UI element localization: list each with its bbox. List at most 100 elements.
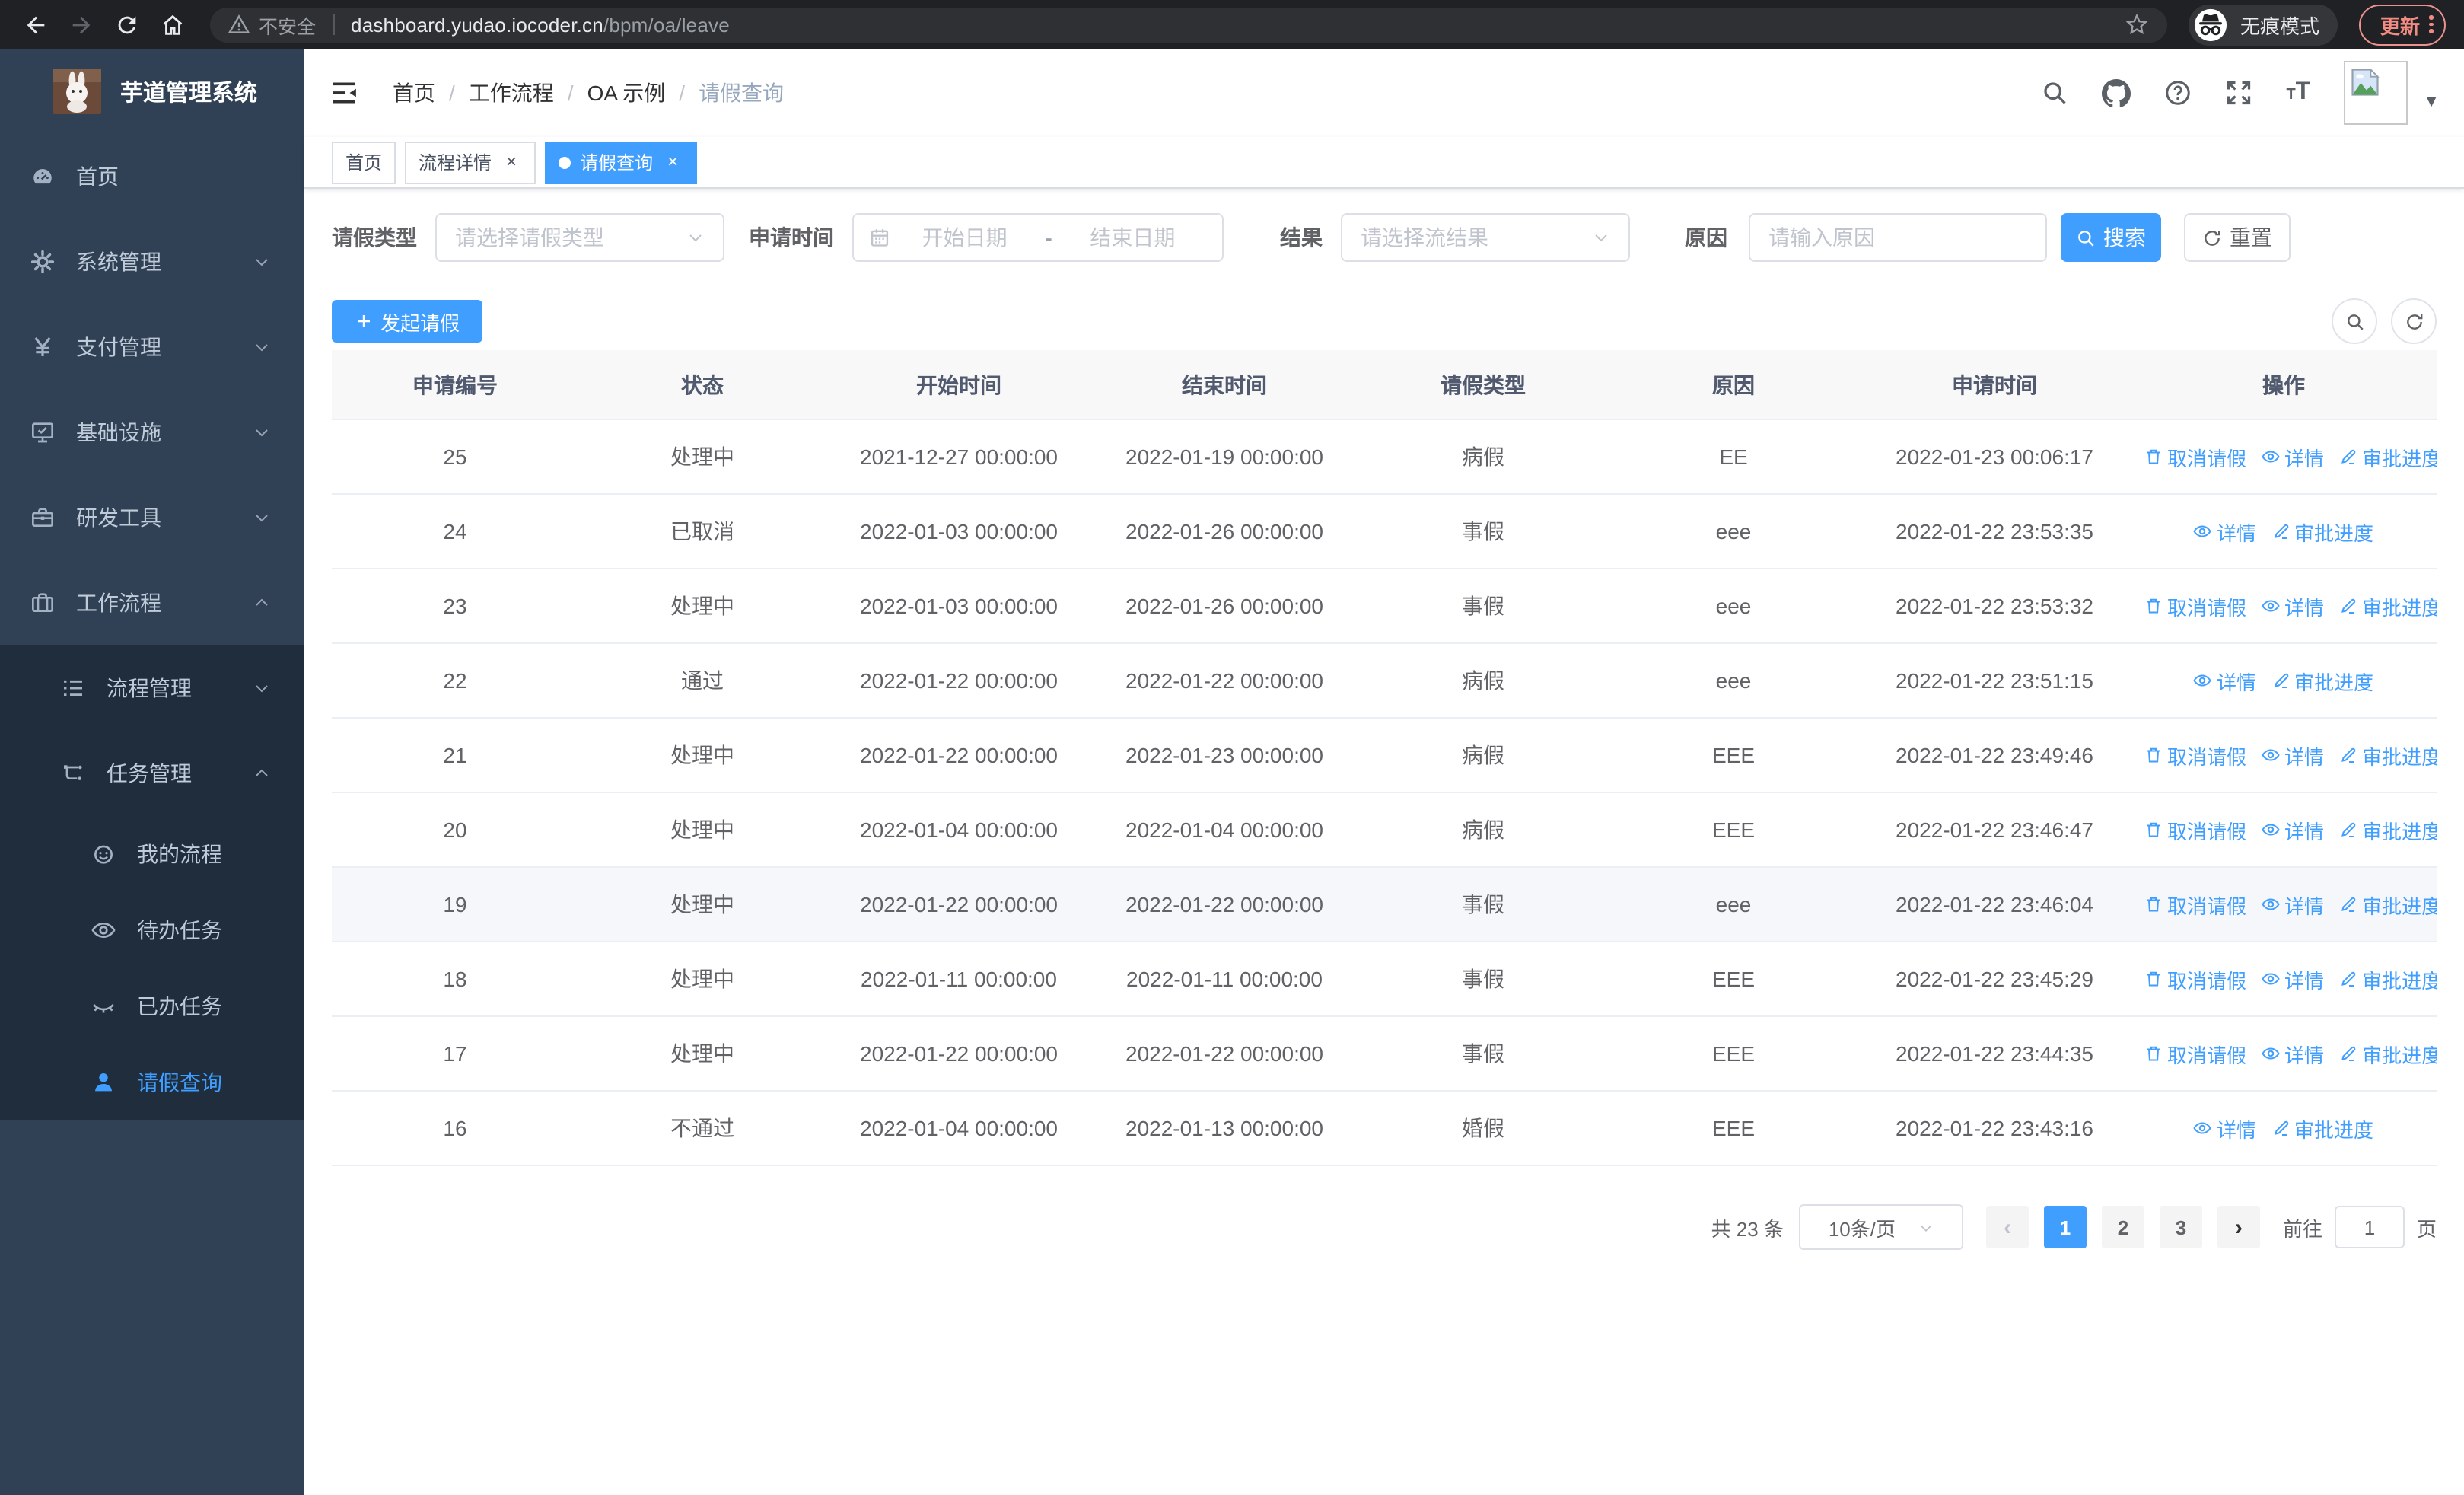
fullscreen-icon[interactable] bbox=[2225, 79, 2252, 107]
detail-action-link[interactable]: 详情 bbox=[2262, 815, 2324, 844]
tab-流程详情[interactable]: 流程详情 × bbox=[405, 141, 536, 183]
close-icon[interactable]: × bbox=[501, 151, 522, 173]
progress-action-link[interactable]: 审批进度 bbox=[2271, 517, 2373, 546]
leave-type-select[interactable]: 请选择请假类型 bbox=[435, 213, 724, 262]
cell-start: 2021-12-27 00:00:00 bbox=[826, 419, 1091, 495]
page-size-select[interactable]: 10条/页 bbox=[1798, 1204, 1963, 1250]
cell-end: 2022-01-22 00:00:00 bbox=[1091, 1016, 1358, 1092]
sidebar-item-工作流程[interactable]: 工作流程 bbox=[0, 560, 304, 645]
search-icon[interactable] bbox=[2041, 79, 2068, 107]
progress-action-link[interactable]: 审批进度 bbox=[2339, 741, 2437, 770]
progress-action-link[interactable]: 审批进度 bbox=[2339, 442, 2437, 471]
goto-page-input[interactable]: 1 bbox=[2334, 1206, 2405, 1248]
progress-action-link[interactable]: 审批进度 bbox=[2339, 1039, 2437, 1068]
result-select[interactable]: 请选择流结果 bbox=[1341, 213, 1630, 262]
cancel-action-link[interactable]: 取消请假 bbox=[2144, 890, 2246, 919]
cell-end: 2022-01-04 00:00:00 bbox=[1091, 792, 1358, 868]
sidebar-item-请假查询[interactable]: 请假查询 bbox=[0, 1044, 304, 1120]
column-header: 开始时间 bbox=[826, 350, 1091, 420]
browser-back-button[interactable] bbox=[15, 5, 55, 44]
cancel-action-link[interactable]: 取消请假 bbox=[2144, 741, 2246, 770]
reset-button[interactable]: 重置 bbox=[2184, 213, 2291, 262]
sidebar-collapse-icon[interactable] bbox=[329, 78, 359, 108]
font-size-icon[interactable]: TT bbox=[2286, 80, 2310, 105]
avatar[interactable] bbox=[2344, 61, 2408, 125]
tab-首页[interactable]: 首页 bbox=[332, 141, 396, 183]
sidebar-item-支付管理[interactable]: 支付管理 bbox=[0, 304, 304, 390]
column-header: 结束时间 bbox=[1091, 350, 1358, 420]
breadcrumb-item-home[interactable]: 首页 bbox=[393, 78, 435, 108]
detail-action-link[interactable]: 详情 bbox=[2262, 890, 2324, 919]
chevron-down-icon bbox=[253, 508, 271, 527]
breadcrumb-item-workflow[interactable]: 工作流程 bbox=[469, 78, 554, 108]
detail-action-link[interactable]: 详情 bbox=[2194, 517, 2256, 546]
sidebar-item-基础设施[interactable]: 基础设施 bbox=[0, 390, 304, 475]
show-search-toggle-button[interactable] bbox=[2332, 298, 2377, 344]
cancel-action-link[interactable]: 取消请假 bbox=[2144, 442, 2246, 471]
next-page-button[interactable]: › bbox=[2217, 1206, 2260, 1248]
page-button-1[interactable]: 1 bbox=[2043, 1206, 2087, 1248]
sidebar-item-我的流程[interactable]: 我的流程 bbox=[0, 816, 304, 892]
chevron-down-icon bbox=[1592, 228, 1610, 247]
detail-action-link[interactable]: 详情 bbox=[2262, 964, 2324, 993]
detail-action-link[interactable]: 详情 bbox=[2194, 666, 2256, 695]
cell-applied: 2022-01-22 23:51:15 bbox=[1858, 643, 2131, 719]
table-row: 17 处理中 2022-01-22 00:00:00 2022-01-22 00:00… bbox=[332, 1016, 2437, 1092]
prev-page-button[interactable]: ‹ bbox=[1985, 1206, 2029, 1248]
tab-请假查询[interactable]: 请假查询 × bbox=[545, 141, 698, 183]
detail-action-link[interactable]: 详情 bbox=[2262, 741, 2324, 770]
cell-type: 婚假 bbox=[1358, 1091, 1609, 1166]
detail-action-link[interactable]: 详情 bbox=[2262, 442, 2324, 471]
cell-type: 事假 bbox=[1358, 867, 1609, 942]
progress-action-link[interactable]: 审批进度 bbox=[2339, 890, 2437, 919]
cancel-action-link[interactable]: 取消请假 bbox=[2144, 964, 2246, 993]
detail-action-link[interactable]: 详情 bbox=[2262, 1039, 2324, 1068]
breadcrumb-item-oa[interactable]: OA 示例 bbox=[587, 78, 666, 108]
page-button-3[interactable]: 3 bbox=[2159, 1206, 2202, 1248]
github-icon[interactable] bbox=[2102, 78, 2131, 107]
browser-menu-icon[interactable] bbox=[2429, 15, 2434, 33]
progress-action-link[interactable]: 审批进度 bbox=[2339, 815, 2437, 844]
close-icon[interactable]: × bbox=[662, 151, 683, 173]
progress-action-link[interactable]: 审批进度 bbox=[2271, 1114, 2373, 1143]
cell-reason: eee bbox=[1609, 569, 1858, 644]
sidebar-item-系统管理[interactable]: 系统管理 bbox=[0, 219, 304, 304]
sidebar-item-已办任务[interactable]: 已办任务 bbox=[0, 968, 304, 1044]
bookmark-star-icon[interactable] bbox=[2125, 12, 2149, 37]
search-button[interactable]: 搜索 bbox=[2061, 213, 2161, 262]
refresh-table-button[interactable] bbox=[2391, 298, 2437, 344]
detail-action-link[interactable]: 详情 bbox=[2262, 591, 2324, 620]
breadcrumb: 首页 / 工作流程 / OA 示例 / 请假查询 bbox=[393, 78, 784, 108]
progress-action-link[interactable]: 审批进度 bbox=[2339, 591, 2437, 620]
browser-forward-button[interactable] bbox=[61, 5, 100, 44]
cancel-action-link[interactable]: 取消请假 bbox=[2144, 591, 2246, 620]
sidebar-item-研发工具[interactable]: 研发工具 bbox=[0, 475, 304, 560]
tab-label: 请假查询 bbox=[580, 152, 654, 174]
browser-update-button[interactable]: 更新 bbox=[2359, 4, 2446, 45]
sidebar-item-任务管理[interactable]: 任务管理 bbox=[0, 731, 304, 816]
sidebar-item-首页[interactable]: 首页 bbox=[0, 134, 304, 219]
browser-reload-button[interactable] bbox=[107, 5, 146, 44]
progress-action-link[interactable]: 审批进度 bbox=[2271, 666, 2373, 695]
browser-home-button[interactable] bbox=[152, 5, 192, 44]
help-icon[interactable] bbox=[2164, 79, 2192, 107]
cancel-action-link[interactable]: 取消请假 bbox=[2144, 1039, 2246, 1068]
page-button-2[interactable]: 2 bbox=[2101, 1206, 2144, 1248]
sidebar-item-待办任务[interactable]: 待办任务 bbox=[0, 892, 304, 968]
column-header: 操作 bbox=[2131, 350, 2437, 420]
cell-status: 处理中 bbox=[578, 419, 826, 495]
cancel-action-link[interactable]: 取消请假 bbox=[2144, 815, 2246, 844]
address-bar[interactable]: 不安全 dashboard.yudao.iocoder.cn/bpm/oa/le… bbox=[210, 7, 2167, 42]
create-leave-button[interactable]: 发起请假 bbox=[332, 300, 483, 343]
detail-action-link[interactable]: 详情 bbox=[2194, 1114, 2256, 1143]
progress-action-link[interactable]: 审批进度 bbox=[2339, 964, 2437, 993]
apply-time-range-input[interactable]: 开始日期 - 结束日期 bbox=[852, 213, 1224, 262]
reason-input[interactable]: 请输入原因 bbox=[1749, 213, 2047, 262]
user-menu-caret-icon[interactable]: ▼ bbox=[2423, 93, 2440, 111]
date-start-input[interactable]: 开始日期 bbox=[890, 222, 1039, 253]
date-end-input[interactable]: 结束日期 bbox=[1059, 222, 1207, 253]
search-icon bbox=[2076, 228, 2096, 247]
sidebar-item-流程管理[interactable]: 流程管理 bbox=[0, 645, 304, 731]
cell-actions: 取消请假 详情 审批进度 bbox=[2131, 1016, 2437, 1092]
site-security-chip[interactable]: 不安全 bbox=[228, 10, 316, 39]
